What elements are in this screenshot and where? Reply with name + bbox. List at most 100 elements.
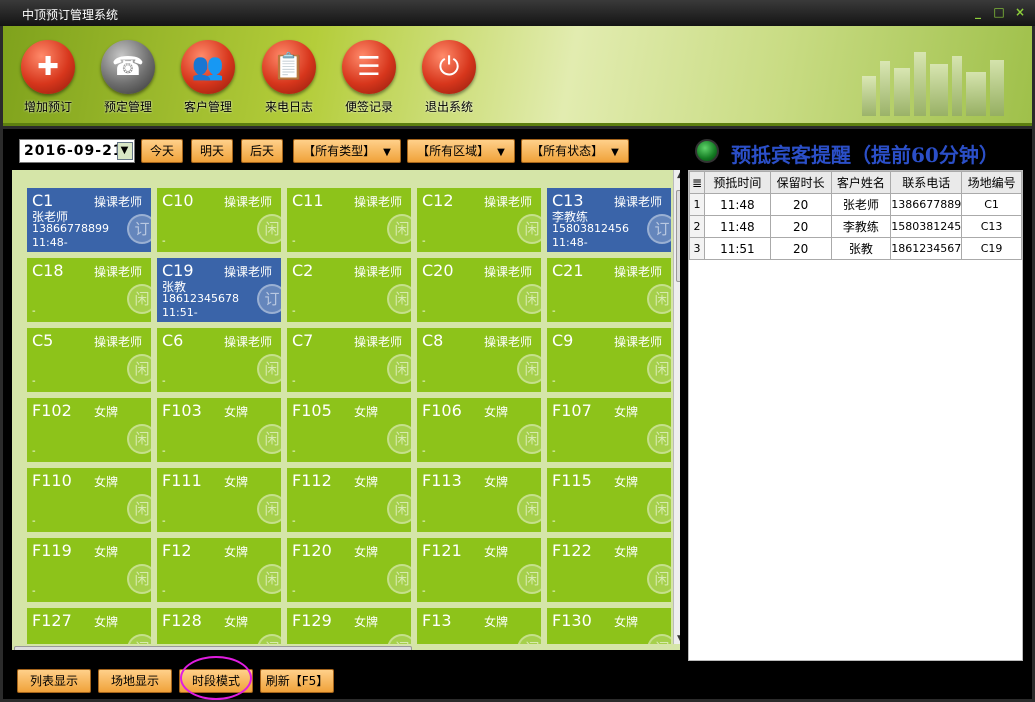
venue-type: 操课老师 <box>354 265 403 279</box>
free-badge-icon: 闲 <box>517 424 541 454</box>
venue-tile[interactable]: C9 操课老师 - 闲 <box>547 328 671 392</box>
venue-tile[interactable]: C18 操课老师 - 闲 <box>27 258 151 322</box>
venue-code: F128 <box>162 611 202 630</box>
venue-code: F103 <box>162 401 202 420</box>
venue-tile[interactable]: F113 女牌 - 闲 <box>417 468 541 532</box>
venue-tile[interactable]: C10 操课老师 - 闲 <box>157 188 281 252</box>
venue-code: F120 <box>292 541 332 560</box>
customer-manage-button[interactable]: 👥 客户管理 <box>168 40 248 115</box>
venue-tile[interactable]: F110 女牌 - 闲 <box>27 468 151 532</box>
vertical-scrollbar[interactable]: ▲ ▼ <box>673 170 680 644</box>
area-filter-dropdown[interactable]: 【所有区域】 ▼ <box>407 139 515 163</box>
table-row[interactable]: 2 11:48 20 李教练 1580381245 C13 <box>689 215 1022 238</box>
venue-tile[interactable]: F112 女牌 - 闲 <box>287 468 411 532</box>
venue-view-button[interactable]: 场地显示 <box>98 669 172 693</box>
call-log-button[interactable]: 📋 来电日志 <box>249 40 329 115</box>
table-row[interactable]: 1 11:48 20 张老师 1386677889 C1 <box>689 193 1022 216</box>
horizontal-scrollbar[interactable] <box>12 644 673 650</box>
today-button[interactable]: 今天 <box>141 139 183 163</box>
venue-tile[interactable]: F105 女牌 - 闲 <box>287 398 411 462</box>
venue-tile[interactable]: F102 女牌 - 闲 <box>27 398 151 462</box>
maximize-icon[interactable]: □ <box>992 5 1006 19</box>
status-filter-dropdown[interactable]: 【所有状态】 ▼ <box>521 139 629 163</box>
col-hold-duration[interactable]: 保留时长 <box>769 171 832 194</box>
table-header-row: ≣ 预抵时间 保留时长 客户姓名 联系电话 场地编号 <box>689 171 1022 194</box>
venue-code: F115 <box>552 471 592 490</box>
empty-marker: - <box>292 446 296 457</box>
venue-tile[interactable]: C6 操课老师 - 闲 <box>157 328 281 392</box>
venue-code: F113 <box>422 471 462 490</box>
cell-phone: 1580381245 <box>890 215 963 238</box>
cell-arrival-time: 11:48 <box>703 215 771 238</box>
booking-phone: 15803812456 <box>552 222 629 235</box>
tomorrow-button[interactable]: 明天 <box>191 139 233 163</box>
add-booking-button[interactable]: ✚ 增加预订 <box>8 40 88 115</box>
venue-tile[interactable]: C7 操课老师 - 闲 <box>287 328 411 392</box>
col-arrival-time[interactable]: 预抵时间 <box>703 171 771 194</box>
venue-type: 操课老师 <box>224 195 273 209</box>
venue-code: C8 <box>422 331 444 350</box>
venue-tile[interactable]: C12 操课老师 - 闲 <box>417 188 541 252</box>
venue-tile[interactable]: F106 女牌 - 闲 <box>417 398 541 462</box>
table-row[interactable]: 3 11:51 20 张教 1861234567 C19 <box>689 237 1022 260</box>
venue-tile[interactable]: C11 操课老师 - 闲 <box>287 188 411 252</box>
venue-tile[interactable]: F120 女牌 - 闲 <box>287 538 411 602</box>
empty-marker: - <box>422 586 426 597</box>
venue-tile[interactable]: F103 女牌 - 闲 <box>157 398 281 462</box>
venue-tile[interactable]: C2 操课老师 - 闲 <box>287 258 411 322</box>
scroll-up-icon[interactable]: ▲ <box>677 170 680 180</box>
col-phone[interactable]: 联系电话 <box>890 171 963 194</box>
scroll-thumb[interactable] <box>676 190 680 282</box>
refresh-button[interactable]: 刷新【F5】 <box>260 669 334 693</box>
free-badge-icon: 闲 <box>257 494 281 524</box>
venue-tile[interactable]: F111 女牌 - 闲 <box>157 468 281 532</box>
venue-tile[interactable]: C1 操课老师 张老师 13866778899 11:48- 订 <box>27 188 151 252</box>
booked-badge-icon: 订 <box>127 214 151 244</box>
call-log-label: 来电日志 <box>264 100 313 114</box>
list-view-button[interactable]: 列表显示 <box>17 669 91 693</box>
chevron-down-icon[interactable]: ▼ <box>117 142 133 160</box>
venue-type: 女牌 <box>354 545 379 559</box>
window-title: 中顶预订管理系统 <box>22 8 119 22</box>
venue-tile[interactable]: C8 操课老师 - 闲 <box>417 328 541 392</box>
venue-tile[interactable]: F122 女牌 - 闲 <box>547 538 671 602</box>
reminder-table: ≣ 预抵时间 保留时长 客户姓名 联系电话 场地编号 1 11:48 20 张老… <box>689 171 1022 260</box>
type-filter-dropdown[interactable]: 【所有类型】 ▼ <box>293 139 401 163</box>
free-badge-icon: 闲 <box>517 284 541 314</box>
venue-tile[interactable]: C5 操课老师 - 闲 <box>27 328 151 392</box>
empty-marker: - <box>292 306 296 317</box>
venue-type: 女牌 <box>224 475 249 489</box>
venue-tile[interactable]: F115 女牌 - 闲 <box>547 468 671 532</box>
free-badge-icon: 闲 <box>257 424 281 454</box>
close-icon[interactable]: × <box>1013 5 1027 19</box>
exit-button[interactable]: ⏻ 退出系统 <box>409 40 489 115</box>
venue-tile[interactable]: F121 女牌 - 闲 <box>417 538 541 602</box>
venue-code: F102 <box>32 401 72 420</box>
venue-tile[interactable]: F12 女牌 - 闲 <box>157 538 281 602</box>
venue-tile[interactable]: C19 操课老师 张教 18612345678 11:51- 订 <box>157 258 281 322</box>
venue-tile[interactable]: C20 操课老师 - 闲 <box>417 258 541 322</box>
minimize-icon[interactable]: _ <box>971 5 985 19</box>
area-filter-label: 【所有区域】 <box>417 144 490 158</box>
venue-type: 女牌 <box>94 475 119 489</box>
notes-button[interactable]: ☰ 便签记录 <box>329 40 409 115</box>
venue-type: 操课老师 <box>484 335 533 349</box>
reminder-panel: ≣ 预抵时间 保留时长 客户姓名 联系电话 场地编号 1 11:48 20 张老… <box>688 170 1023 661</box>
date-picker[interactable]: 2016-09-21 ▼ <box>19 139 135 163</box>
col-customer-name[interactable]: 客户姓名 <box>830 171 892 194</box>
booking-manage-button[interactable]: ☎ 预定管理 <box>88 40 168 115</box>
venue-tile[interactable]: C21 操课老师 - 闲 <box>547 258 671 322</box>
free-badge-icon: 闲 <box>387 564 411 594</box>
venue-code: F121 <box>422 541 462 560</box>
status-led-icon <box>695 139 719 163</box>
venue-tile[interactable]: F107 女牌 - 闲 <box>547 398 671 462</box>
hscroll-thumb[interactable] <box>14 646 412 650</box>
city-skyline-decoration <box>842 46 1022 116</box>
venue-tile[interactable]: F119 女牌 - 闲 <box>27 538 151 602</box>
venue-code: C10 <box>162 191 194 210</box>
booking-phone: 18612345678 <box>162 292 239 305</box>
venue-tile[interactable]: C13 操课老师 李教练 15803812456 11:48- 订 <box>547 188 671 252</box>
col-venue-code[interactable]: 场地编号 <box>961 171 1022 194</box>
scroll-down-icon[interactable]: ▼ <box>677 634 680 644</box>
day-after-button[interactable]: 后天 <box>241 139 283 163</box>
